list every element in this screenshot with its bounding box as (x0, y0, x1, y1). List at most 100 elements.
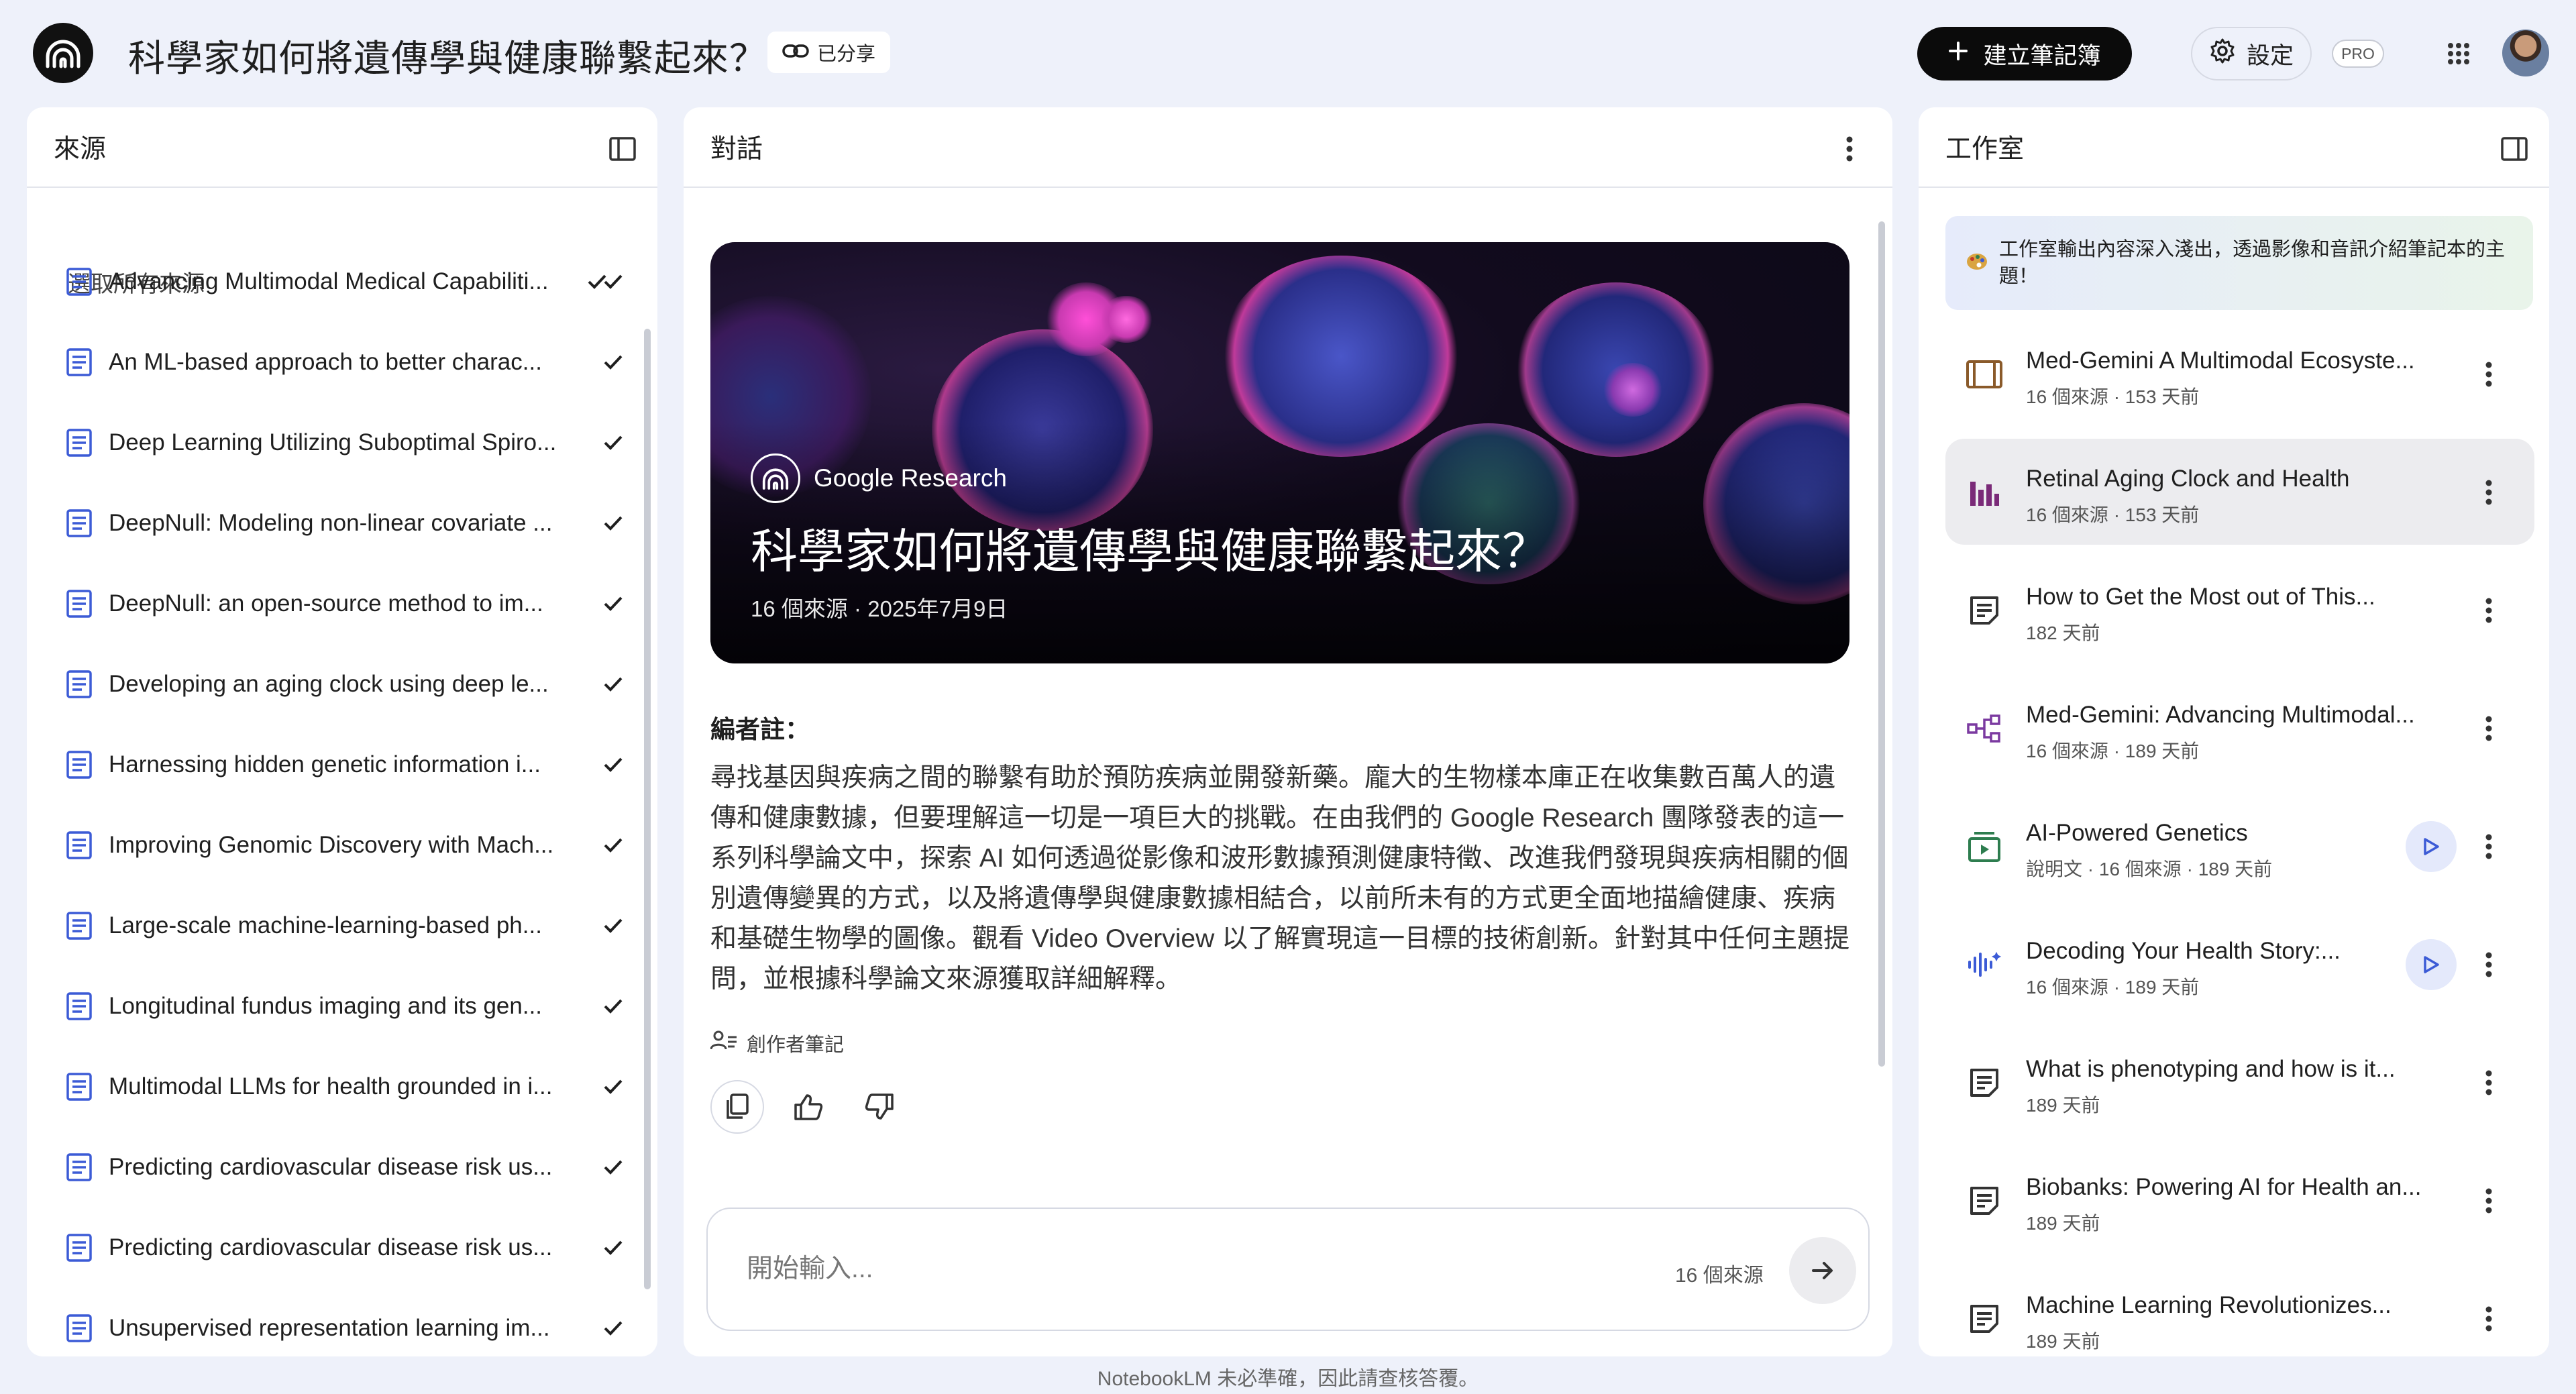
thumbs-down-button[interactable] (853, 1080, 906, 1134)
source-item-label: Harnessing hidden genetic information i.… (109, 751, 541, 778)
studio-item[interactable]: Machine Learning Revolutionizes... 189 天前 (1945, 1265, 2534, 1356)
play-button[interactable] (2406, 821, 2457, 872)
source-checkbox[interactable] (600, 429, 627, 456)
collapse-panel-icon[interactable] (608, 134, 637, 164)
source-item-label: Large-scale machine-learning-based ph... (109, 912, 542, 939)
copy-button[interactable] (710, 1080, 764, 1134)
source-item-label: An ML-based approach to better charac... (109, 349, 542, 375)
studio-item[interactable]: AI-Powered Genetics 說明文 · 16 個來源 · 189 天前 (1945, 793, 2534, 899)
source-item[interactable]: Multimodal LLMs for health grounded in i… (66, 1060, 627, 1114)
hero-brand: Google Research (751, 453, 1007, 503)
source-item-label: Advancing Multimodal Medical Capabiliti.… (109, 268, 549, 294)
apps-grid-icon[interactable] (2442, 37, 2475, 70)
palette-icon (1966, 252, 1988, 275)
audio-overview-icon (1966, 948, 2003, 981)
more-vert-icon[interactable] (2475, 1068, 2502, 1097)
source-checkbox[interactable] (600, 590, 627, 617)
studio-banner-text: 工作室輸出內容深入淺出，透過影像和音訊介紹筆記本的主題！ (1999, 239, 2506, 287)
studio-item-title: Decoding Your Health Story:... (2026, 938, 2341, 964)
more-vert-icon[interactable] (2475, 1304, 2502, 1334)
avatar[interactable] (2502, 30, 2549, 76)
source-item[interactable]: Longitudinal fundus imaging and its gen.… (66, 979, 627, 1033)
collapse-panel-icon[interactable] (2500, 134, 2529, 164)
source-item[interactable]: Unsupervised representation learning im.… (66, 1301, 627, 1355)
notebooklm-logo-icon[interactable] (33, 23, 93, 83)
source-item[interactable]: Predicting cardiovascular disease risk u… (66, 1140, 627, 1194)
source-item[interactable]: DeepNull: Modeling non-linear covariate … (66, 496, 627, 550)
more-vert-icon[interactable] (2475, 714, 2502, 743)
document-icon (66, 1072, 93, 1102)
source-item-label: Developing an aging clock using deep le.… (109, 671, 549, 697)
chat-input[interactable] (747, 1249, 1619, 1289)
create-notebook-button[interactable]: 建立筆記簿 (1917, 27, 2132, 81)
source-checkbox[interactable] (600, 1315, 627, 1342)
sources-title: 來源 (54, 135, 107, 164)
settings-label: 設定 (2246, 42, 2294, 69)
hero-meta: 16 個來源 · 2025年7月9日 (751, 596, 1008, 621)
source-checkbox[interactable] (600, 912, 627, 939)
studio-item[interactable]: How to Get the Most out of This... 182 天前 (1945, 557, 2534, 663)
source-item[interactable]: An ML-based approach to better charac... (66, 335, 627, 389)
source-item[interactable]: Large-scale machine-learning-based ph... (66, 899, 627, 953)
mind-map-icon (1966, 712, 2003, 745)
studio-item[interactable]: Med-Gemini A Multimodal Ecosyste... 16 個來… (1945, 321, 2534, 427)
creator-note-text: 創作者筆記 (747, 1034, 845, 1056)
source-checkbox[interactable] (600, 832, 627, 859)
source-item[interactable]: Predicting cardiovascular disease risk u… (66, 1221, 627, 1275)
source-checkbox[interactable] (600, 993, 627, 1020)
share-button[interactable]: 已分享 (767, 32, 891, 73)
conversation-scrollbar[interactable] (1878, 221, 1885, 1067)
studio-item-meta: 說明文 · 16 個來源 · 189 天前 (2026, 859, 2273, 879)
sources-scrollbar[interactable] (644, 329, 651, 1289)
more-vert-icon[interactable] (2475, 596, 2502, 625)
video-overview-icon (1966, 358, 2003, 391)
studio-item[interactable]: Med-Gemini: Advancing Multimodal... 16 個來… (1945, 675, 2534, 781)
settings-button[interactable]: 設定 (2191, 27, 2312, 81)
play-button[interactable] (2406, 939, 2457, 990)
studio-item[interactable]: Retinal Aging Clock and Health 16 個來源 · 1… (1945, 439, 2534, 545)
more-vert-icon[interactable] (2475, 1186, 2502, 1216)
more-vert-icon[interactable] (2475, 360, 2502, 389)
source-item[interactable]: Advancing Multimodal Medical Capabiliti.… (66, 255, 627, 309)
studio-item-meta: 16 個來源 · 153 天前 (2026, 504, 2200, 525)
document-icon (66, 508, 93, 538)
studio-item-title: Med-Gemini: Advancing Multimodal... (2026, 702, 2415, 728)
editor-note-heading: 編者註： (710, 716, 810, 743)
source-checkbox[interactable] (600, 1234, 627, 1261)
studio-item-title: How to Get the Most out of This... (2026, 584, 2375, 610)
more-vert-icon[interactable] (1835, 134, 1864, 164)
studio-item[interactable]: Biobanks: Powering AI for Health an... 18… (1945, 1147, 2534, 1253)
note-icon (1966, 594, 2003, 627)
source-checkbox[interactable] (600, 1154, 627, 1181)
studio-item[interactable]: Decoding Your Health Story:... 16 個來源 · 1… (1945, 911, 2534, 1017)
studio-banner: 工作室輸出內容深入淺出，透過影像和音訊介紹筆記本的主題！ (1945, 216, 2533, 310)
cell-shape (1603, 363, 1663, 417)
chat-input-box: 16 個來源 (706, 1208, 1870, 1331)
source-checkbox[interactable] (600, 349, 627, 376)
source-checkbox[interactable] (600, 510, 627, 537)
source-checkbox[interactable] (600, 268, 627, 295)
studio-item-meta: 189 天前 (2026, 1213, 2100, 1234)
source-item-label: Multimodal LLMs for health grounded in i… (109, 1073, 553, 1100)
thumbs-up-button[interactable] (782, 1080, 835, 1134)
more-vert-icon[interactable] (2475, 832, 2502, 861)
source-item[interactable]: Improving Genomic Discovery with Mach... (66, 818, 627, 872)
source-checkbox[interactable] (600, 671, 627, 698)
source-checkbox[interactable] (600, 751, 627, 778)
source-item[interactable]: DeepNull: an open-source method to im... (66, 577, 627, 631)
note-icon (1966, 1184, 2003, 1218)
more-vert-icon[interactable] (2475, 950, 2502, 979)
more-vert-icon[interactable] (2475, 478, 2502, 507)
document-icon (66, 991, 93, 1021)
source-item[interactable]: Developing an aging clock using deep le.… (66, 657, 627, 711)
document-icon (66, 669, 93, 699)
document-icon (66, 750, 93, 780)
notebook-title[interactable]: 科學家如何將遺傳學與健康聯繫起來？ (128, 28, 767, 82)
studio-header: 工作室 (1919, 107, 2549, 188)
source-item[interactable]: Harnessing hidden genetic information i.… (66, 738, 627, 792)
source-checkbox[interactable] (600, 1073, 627, 1100)
sources-panel: 來源 選取所有來源 Advancing Multimodal Medical C… (27, 107, 657, 1356)
send-button[interactable] (1789, 1237, 1856, 1304)
source-item[interactable]: Deep Learning Utilizing Suboptimal Spiro… (66, 416, 627, 470)
studio-item[interactable]: What is phenotyping and how is it... 189 … (1945, 1029, 2534, 1135)
